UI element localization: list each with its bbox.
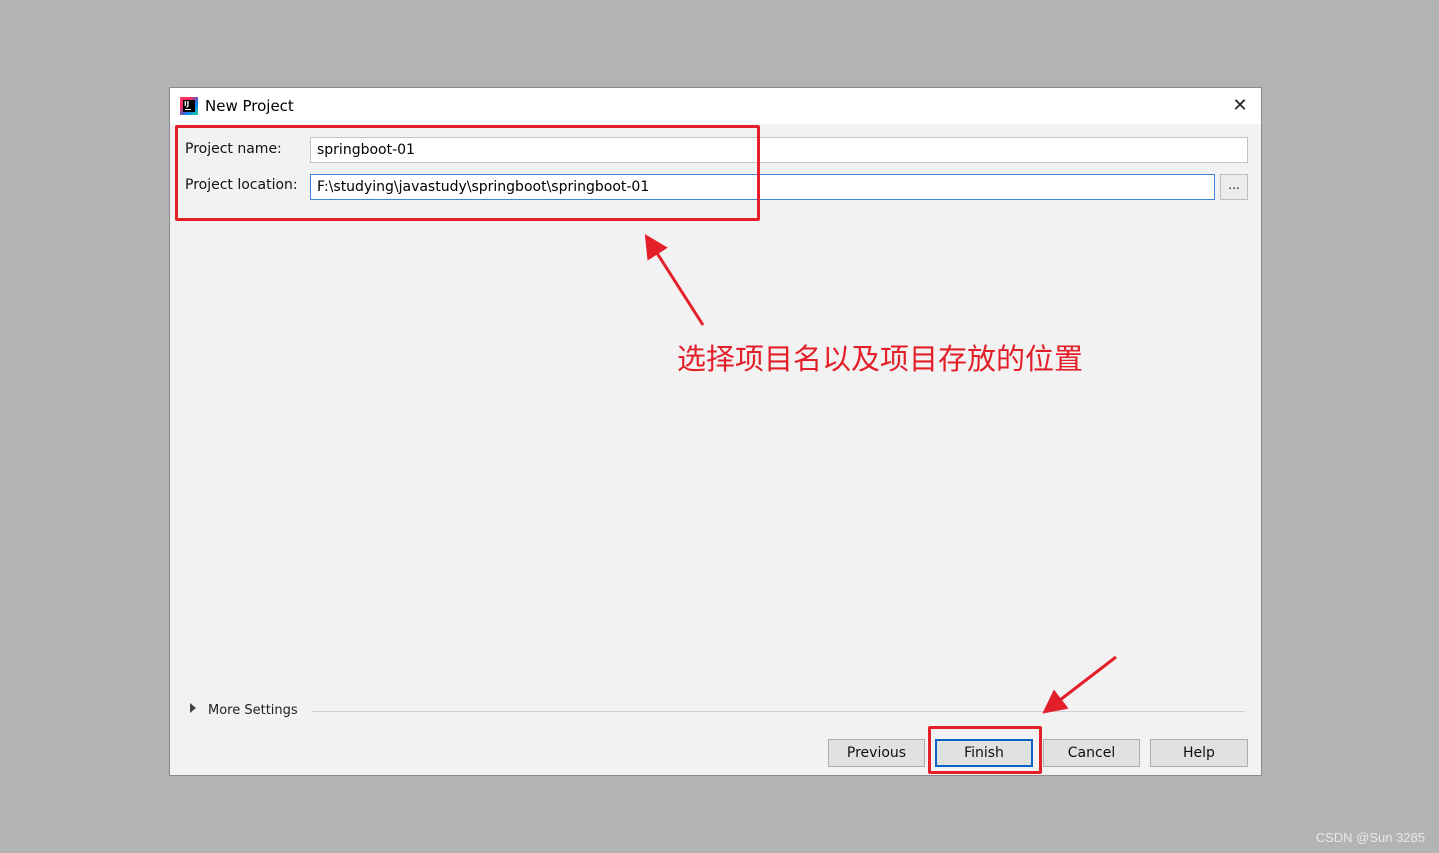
annotation-text: 选择项目名以及项目存放的位置 [677,342,1084,376]
watermark: CSDN @Sun 3285 [1315,830,1425,845]
annotation-arrows [644,233,1117,714]
annotation-arrow-finish [1042,655,1117,714]
annotation-arrow-fields [644,233,705,326]
